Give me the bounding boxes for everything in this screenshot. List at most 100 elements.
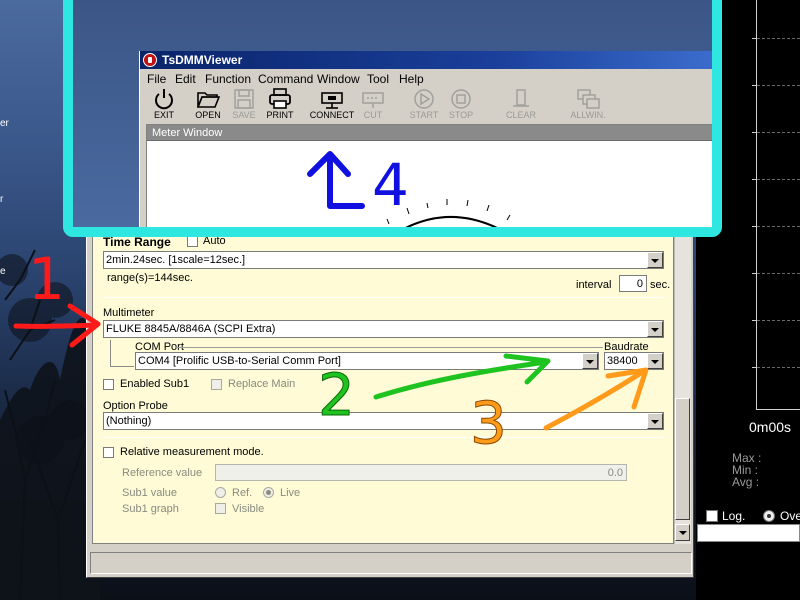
stop-button[interactable]: STOP — [441, 88, 481, 126]
chevron-down-icon[interactable] — [582, 353, 598, 369]
stop-label: STOP — [448, 110, 474, 120]
option-probe-value: (Nothing) — [106, 415, 152, 427]
separator — [103, 297, 664, 298]
chevron-down-icon[interactable] — [647, 321, 663, 337]
settings-panel: Time Range Auto 2min.24sec. [1scale=12se… — [92, 222, 674, 544]
graph-y-axis — [756, 0, 757, 410]
scroll-down-button[interactable] — [675, 524, 690, 541]
clear-button[interactable]: CLEAR — [501, 88, 541, 126]
reference-value-input[interactable]: 0.0 — [215, 464, 627, 481]
windows-icon — [577, 89, 600, 109]
relative-mode-label: Relative measurement mode. — [120, 446, 264, 458]
gauge-dial-icon — [386, 199, 511, 227]
graph-avg-label: Avg : — [732, 475, 760, 489]
chevron-down-icon[interactable] — [647, 353, 663, 369]
annotation-number-4: 4 — [372, 151, 409, 219]
log-label: Log. — [722, 509, 746, 523]
menu-function[interactable]: Function — [205, 72, 251, 86]
chevron-down-icon[interactable] — [647, 252, 663, 268]
disconnect-cable-icon — [362, 92, 384, 108]
range-text: range(s)=144sec. — [107, 272, 193, 284]
auto-checkbox[interactable] — [187, 236, 198, 247]
graph-gridline — [757, 320, 800, 321]
menu-window[interactable]: Window — [317, 72, 360, 86]
menu-bar: File Edit Function Command Window Tool H… — [140, 70, 712, 88]
menu-help[interactable]: Help — [399, 72, 424, 86]
print-button[interactable]: PRINT — [260, 88, 300, 126]
clear-label: CLEAR — [505, 110, 536, 120]
log-checkbox[interactable] — [706, 510, 718, 522]
replace-main-checkbox[interactable] — [211, 379, 222, 390]
app-window: TsDMMViewer File Edit Function Command W… — [139, 51, 712, 227]
horizontal-divider — [92, 546, 674, 550]
meter-window-title: Meter Window — [152, 127, 223, 139]
time-range-select[interactable]: 2min.24sec. [1scale=12sec.] — [103, 251, 664, 269]
menu-edit[interactable]: Edit — [175, 72, 196, 86]
toolbar: EXIT OPEN SAVE PRINT CONNECT CUT START S… — [140, 88, 712, 126]
sub1-value-label: Sub1 value — [122, 487, 178, 499]
interval-label: interval — [576, 279, 612, 291]
graph-gridline — [757, 132, 800, 133]
replace-main-label: Replace Main — [228, 378, 296, 390]
interval-value: 0 — [636, 278, 643, 290]
print-label: PRINT — [266, 110, 294, 120]
exit-button[interactable]: EXIT — [144, 88, 184, 126]
meter-window-titlebar[interactable]: Meter Window — [147, 125, 712, 141]
graph-gridline — [757, 179, 800, 180]
enabled-sub1-checkbox[interactable] — [103, 379, 114, 390]
reference-value: 0.0 — [607, 467, 623, 479]
time-range-value: 2min.24sec. [1scale=12sec.] — [106, 254, 246, 266]
relative-mode-checkbox[interactable] — [103, 447, 114, 458]
chevron-down-icon[interactable] — [647, 413, 663, 429]
ref-radio[interactable] — [215, 487, 226, 498]
start-button[interactable]: START — [404, 88, 444, 126]
app-logo-icon — [143, 53, 157, 67]
annotation-number-2: 2 — [318, 361, 356, 429]
multimeter-value: FLUKE 8845A/8846A (SCPI Extra) — [106, 323, 276, 335]
tree-connector — [110, 340, 134, 367]
power-icon — [155, 89, 173, 110]
title-bar[interactable]: TsDMMViewer — [140, 51, 712, 69]
interval-input[interactable]: 0 — [619, 275, 647, 292]
play-icon — [414, 89, 434, 109]
save-button[interactable]: SAVE — [224, 88, 264, 126]
cut-button[interactable]: CUT — [353, 88, 393, 126]
printer-icon — [269, 88, 291, 109]
graph-gridline — [757, 226, 800, 227]
allwin-label: ALLWIN. — [570, 110, 606, 120]
desktop-text-fragment: e — [0, 266, 6, 277]
option-probe-select[interactable]: (Nothing) — [103, 412, 664, 430]
com-port-line — [175, 347, 603, 348]
sub1-graph-label: Sub1 graph — [122, 503, 179, 515]
overlay-radio[interactable] — [763, 510, 775, 522]
graph-time-label: 0m00s — [749, 419, 792, 435]
allwin-button[interactable]: ALLWIN. — [568, 88, 608, 126]
annotation-number-1: 1 — [28, 245, 65, 313]
multimeter-label: Multimeter — [103, 307, 155, 319]
graph-gridline — [757, 367, 800, 368]
time-range-label: Time Range — [103, 235, 171, 249]
menu-file[interactable]: File — [147, 72, 166, 86]
connect-button[interactable]: CONNECT — [310, 88, 354, 126]
com-port-select[interactable]: COM4 [Prolific USB-to-Serial Comm Port] — [135, 352, 599, 370]
menu-tool[interactable]: Tool — [367, 72, 389, 86]
baudrate-select[interactable]: 38400 — [604, 352, 664, 370]
reference-value-label: Reference value — [122, 467, 203, 479]
graph-gridline — [757, 38, 800, 39]
multimeter-select[interactable]: FLUKE 8845A/8846A (SCPI Extra) — [103, 320, 664, 338]
open-button[interactable]: OPEN — [188, 88, 228, 126]
graph-x-axis — [756, 409, 800, 410]
desktop-text-fragment: er — [0, 118, 9, 129]
graph-gridline — [757, 273, 800, 274]
visible-checkbox[interactable] — [215, 503, 226, 514]
window-title: TsDMMViewer — [162, 53, 243, 67]
scrollbar-thumb[interactable] — [675, 398, 690, 520]
connect-cable-icon — [321, 92, 343, 109]
com-port-value: COM4 [Prolific USB-to-Serial Comm Port] — [138, 355, 341, 367]
overlay-label: Ove — [780, 509, 800, 523]
menu-command[interactable]: Command — [258, 72, 313, 86]
trash-icon — [513, 89, 529, 107]
live-radio[interactable] — [263, 487, 274, 498]
graph-bottom-field — [697, 524, 800, 542]
floppy-save-icon — [234, 89, 254, 109]
